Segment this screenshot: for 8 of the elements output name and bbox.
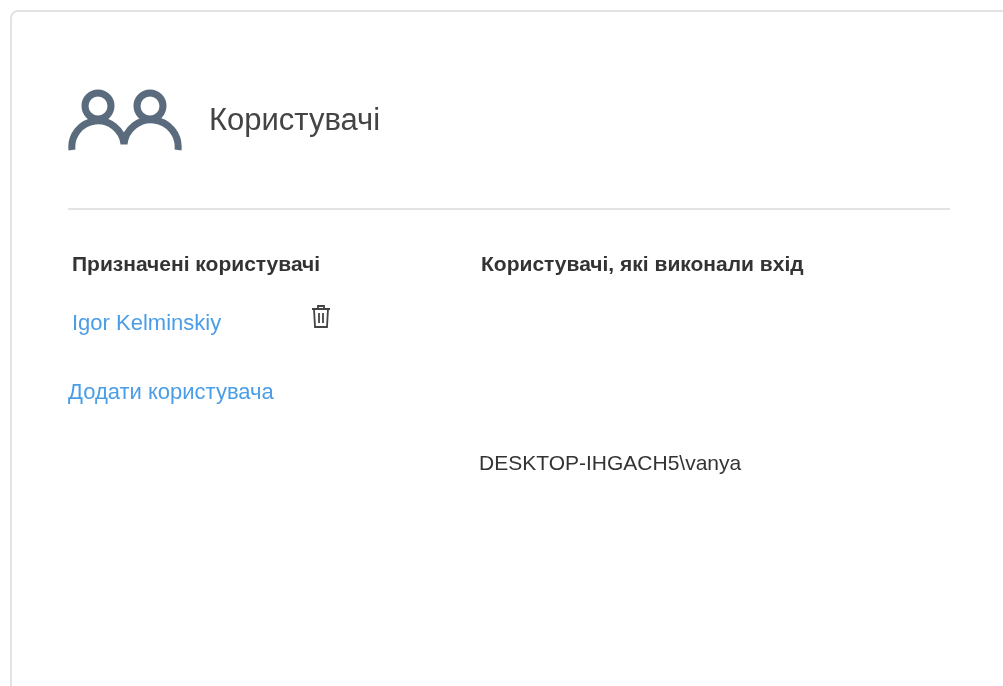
section-title: Користувачі <box>209 102 381 138</box>
column-heading: Користувачі, які виконали вхід <box>481 252 804 276</box>
column-heading: Призначені користувачі <box>72 252 321 276</box>
users-icon <box>68 88 182 152</box>
signed-in-user: DESKTOP-IHGACH5\vanya <box>479 451 742 475</box>
user-link[interactable]: Igor Kelminskiy <box>72 310 222 336</box>
add-user-link[interactable]: Додати користувача <box>68 379 274 405</box>
trash-icon[interactable] <box>311 304 332 328</box>
